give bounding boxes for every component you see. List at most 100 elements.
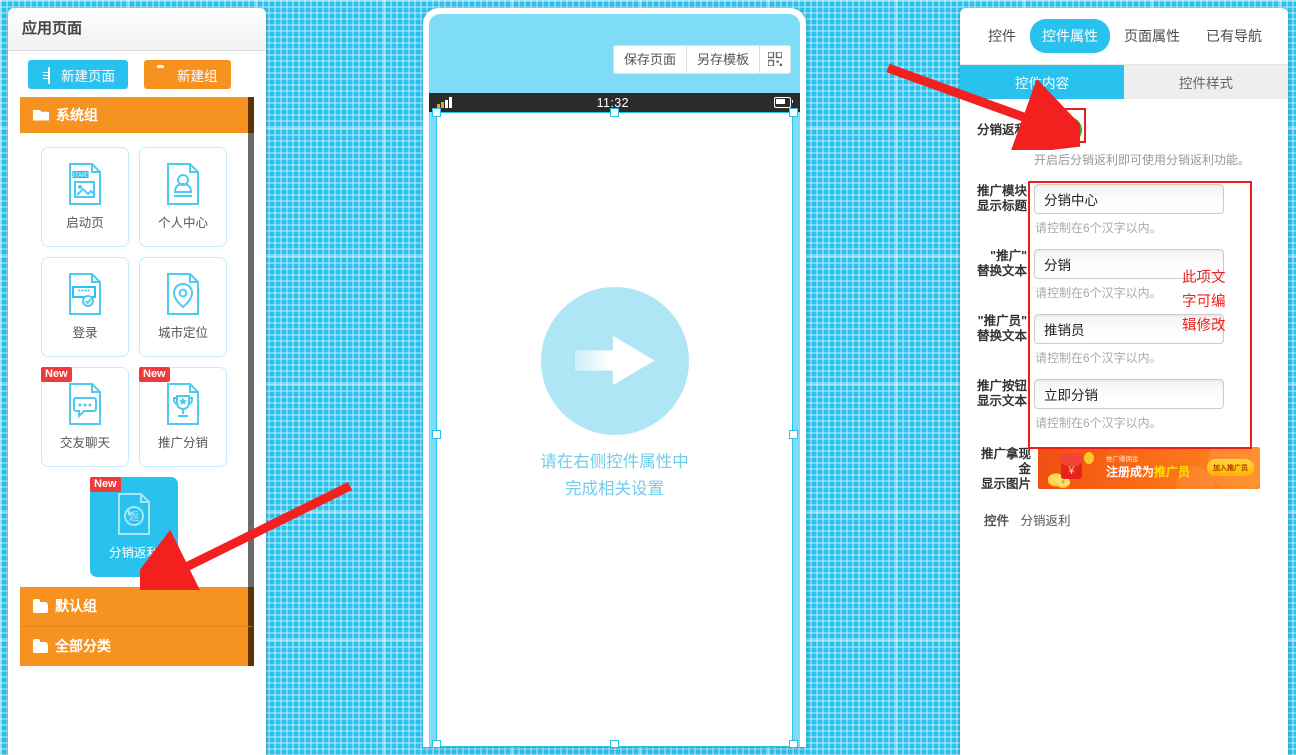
- footer-value: 分销返利: [1020, 514, 1071, 528]
- placeholder-line-2: 完成相关设置: [565, 479, 664, 498]
- widget-properties-panel: 控件 控件属性 页面属性 已有导航 控件内容 控件样式 分销返利 开启后分销返利…: [960, 8, 1288, 755]
- qr-code-icon: [767, 48, 783, 67]
- selection-handle-bottom-right[interactable]: [789, 740, 798, 747]
- panel-subtabs: 控件内容 控件样式: [960, 65, 1288, 99]
- qr-code-button[interactable]: [760, 46, 790, 73]
- field-row-button-text: 推广按钮 显示文本 请控制在6个汉字以内。: [960, 366, 1288, 431]
- tab-widget-properties[interactable]: 控件属性: [1030, 19, 1110, 53]
- group-all-label: 全部分类: [55, 638, 111, 654]
- tab-existing-navigation[interactable]: 已有导航: [1194, 19, 1274, 53]
- field-hint: 请控制在6个汉字以内。: [1035, 221, 1162, 235]
- selection-handle-top-center[interactable]: [610, 108, 619, 117]
- signal-bars-icon: [437, 97, 452, 108]
- footer-label: 控件: [984, 514, 1010, 528]
- page-card-label: 个人中心: [157, 216, 208, 230]
- field-control-promoter-text: 请控制在6个汉字以内。: [1034, 314, 1278, 366]
- page-card-grid: START 启动页 个人中心 **** 登录 城市定位 New 交友聊天 New…: [20, 133, 254, 587]
- phone-preview: 保存页面 另存模板 11:32 请在右侧控件属性中 完成相关设置: [423, 8, 806, 747]
- page-card-login[interactable]: **** 登录: [41, 257, 129, 357]
- rebate-toggle-label: 分销返利: [976, 122, 1027, 137]
- phone-frame: 保存页面 另存模板 11:32 请在右侧控件属性中 完成相关设置: [423, 8, 806, 747]
- selection-handle-bottom-left[interactable]: [432, 740, 441, 747]
- folder-icon: [157, 68, 172, 82]
- panel-body: 分销返利 开启后分销返利即可使用分销返利功能。 推广模块 显示标题 请控制在6个…: [960, 99, 1288, 529]
- canvas-placeholder: 请在右侧控件属性中 完成相关设置: [437, 113, 792, 746]
- phone-toolbar: 保存页面 另存模板: [612, 45, 791, 74]
- promotion-banner-image[interactable]: ¥ ¥ 推广赚佣金 注册成为推广员 加入推广员: [1038, 447, 1260, 489]
- location-pin-icon: [166, 273, 200, 315]
- page-card-rebate[interactable]: New 返 分销返利: [90, 477, 178, 577]
- arrow-right-circle-icon: [540, 286, 689, 435]
- new-page-label: 新建页面: [61, 68, 115, 84]
- group-header-all[interactable]: 全部分类: [20, 627, 254, 666]
- save-page-button[interactable]: 保存页面: [613, 46, 687, 73]
- folder-icon: [33, 599, 48, 613]
- field-label-promo-text: "推广" 替换文本: [976, 249, 1027, 278]
- start-page-icon: START: [68, 163, 102, 205]
- field-label-button-text: 推广按钮 显示文本: [976, 379, 1027, 408]
- banner-small-text: 推广赚佣金: [1106, 456, 1139, 463]
- battery-icon: [774, 97, 793, 108]
- save-as-template-button[interactable]: 另存模板: [686, 46, 760, 73]
- page-card-startup[interactable]: START 启动页: [41, 147, 129, 247]
- page-card-label: 城市定位: [157, 326, 208, 340]
- group-default-label: 默认组: [55, 598, 97, 614]
- new-group-button[interactable]: 新建组: [144, 60, 231, 89]
- rebate-toggle-hint-row: 开启后分销返利即可使用分销返利功能。: [960, 143, 1288, 168]
- page-card-city-location[interactable]: 城市定位: [139, 257, 227, 357]
- new-badge: New: [41, 367, 72, 382]
- new-page-button[interactable]: 新建页面: [28, 60, 128, 89]
- subtab-widget-style[interactable]: 控件样式: [1124, 65, 1288, 99]
- trophy-icon: [166, 383, 200, 425]
- selection-handle-top-right[interactable]: [789, 108, 798, 117]
- page-card-profile[interactable]: 个人中心: [139, 147, 227, 247]
- group-header-system[interactable]: 系统组: [20, 97, 254, 133]
- field-control-button-text: 请控制在6个汉字以内。: [1034, 379, 1278, 431]
- group-header-default[interactable]: 默认组: [20, 587, 254, 627]
- selection-handle-left-middle[interactable]: [432, 430, 441, 439]
- chat-bubble-icon: [68, 383, 102, 425]
- page-card-label: 推广分销: [157, 436, 208, 450]
- field-control-promo-text: 请控制在6个汉字以内。: [1034, 249, 1278, 301]
- rebate-return-icon: 返: [117, 493, 151, 535]
- banner-join-button[interactable]: 加入推广员: [1207, 459, 1254, 476]
- selection-handle-top-left[interactable]: [432, 108, 441, 117]
- page-canvas[interactable]: 请在右侧控件属性中 完成相关设置: [436, 112, 793, 747]
- tab-widgets[interactable]: 控件: [976, 19, 1028, 53]
- banner-main-text-2: 推广员: [1154, 465, 1191, 479]
- page-card-promotion[interactable]: New 推广分销: [139, 367, 227, 467]
- rebate-toggle-switch[interactable]: [1034, 117, 1082, 143]
- field-label-promoter-text: "推广员" 替换文本: [976, 314, 1027, 343]
- selection-handle-right-middle[interactable]: [789, 430, 798, 439]
- rebate-toggle-row: 分销返利: [960, 99, 1288, 143]
- selected-widget-footer: 控件 分销返利: [960, 492, 1288, 529]
- module-title-input[interactable]: [1034, 184, 1224, 214]
- panel-actions: 新建页面 新建组: [8, 51, 266, 97]
- panel-tabs: 控件 控件属性 页面属性 已有导航: [960, 8, 1288, 65]
- rebate-toggle-control: [1034, 117, 1278, 143]
- subtab-widget-content[interactable]: 控件内容: [960, 65, 1124, 99]
- placeholder-line-1: 请在右侧控件属性中: [540, 452, 689, 471]
- panel-title: 应用页面: [8, 8, 266, 51]
- arrow-right-shape: [574, 335, 655, 386]
- rebate-toggle-hint: 开启后分销返利即可使用分销返利功能。: [1034, 153, 1251, 167]
- field-label-banner-image: 推广拿现金 显示图片: [980, 447, 1031, 491]
- page-card-label: 分销返利: [108, 546, 159, 560]
- phone-screen: 保存页面 另存模板 11:32 请在右侧控件属性中 完成相关设置: [429, 14, 800, 747]
- field-hint: 请控制在6个汉字以内。: [1035, 286, 1162, 300]
- selection-handle-bottom-center[interactable]: [610, 740, 619, 747]
- new-badge: New: [90, 477, 121, 492]
- field-control-banner-image: ¥ ¥ 推广赚佣金 注册成为推广员 加入推广员: [1038, 447, 1278, 489]
- new-badge: New: [139, 367, 170, 382]
- login-password-icon: ****: [68, 273, 102, 315]
- folder-open-icon: [33, 109, 49, 121]
- page-card-chat[interactable]: New 交友聊天: [41, 367, 129, 467]
- page-card-label: 交友聊天: [59, 436, 110, 450]
- field-row-promoter-text: "推广员" 替换文本 请控制在6个汉字以内。: [960, 301, 1288, 366]
- page-card-label: 登录: [72, 326, 98, 340]
- field-row-banner-image: 推广拿现金 显示图片 ¥ ¥ 推广赚佣金 注册成为推广员 加入推广员: [960, 431, 1288, 492]
- group-system-label: 系统组: [56, 107, 98, 123]
- tab-page-properties[interactable]: 页面属性: [1112, 19, 1192, 53]
- svg-text:¥: ¥: [1067, 465, 1075, 477]
- button-text-input[interactable]: [1034, 379, 1224, 409]
